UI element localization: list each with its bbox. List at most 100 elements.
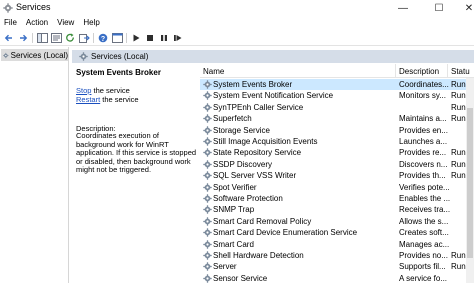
selected-service-name: System Events Broker [76,68,161,77]
service-name-cell: Still Image Acquisition Events [213,137,318,146]
menu-help[interactable]: Help [79,16,104,30]
service-row[interactable]: Sensor Service A service fo... [200,273,474,283]
service-gear-icon [203,228,212,237]
service-description-cell: Launches a... [399,137,448,146]
service-gear-icon [203,262,212,272]
service-name-cell: SQL Server VSS Writer [213,171,297,181]
service-row[interactable]: Superfetch Maintains a... Runn [200,113,474,124]
stop-icon[interactable] [144,32,156,44]
restart-link[interactable]: Restart [76,95,100,104]
service-gear-icon [203,171,212,180]
service-row[interactable]: SSDP Discovery Discovers n... Runn [200,159,474,170]
help-icon[interactable]: ? [97,32,109,44]
column-divider[interactable] [447,64,448,78]
service-description-cell: Discovers n... [399,159,448,169]
console-tree: Services (Local) [0,47,69,283]
stop-action-text: the service [91,86,130,95]
service-name-cell: Shell Hardware Detection [213,251,304,260]
menu-file[interactable]: File [0,16,22,30]
services-list: Name Description Statu System Events Bro… [200,64,474,283]
pause-icon[interactable] [158,32,170,44]
service-row[interactable]: Spot Verifier Verifies pote... [200,182,474,193]
service-row[interactable]: Software Protection Enables the ... [200,193,474,204]
minimize-button[interactable]: — [388,0,418,16]
window-title: Services [16,2,51,12]
title-bar: Services — ☐ ✕ [0,0,474,16]
service-row[interactable]: State Repository Service Provides re... Ru… [200,147,474,158]
service-description-cell: Maintains a... [399,114,447,124]
list-header: Name Description Statu [200,64,474,78]
menu-view[interactable]: View [53,16,79,30]
service-name-cell: Storage Service [213,125,270,135]
services-gear-icon [3,3,13,13]
toolbar-separator [126,33,127,43]
restart-action-text: the service [100,95,139,104]
description-text: Coordinates execution of background work… [76,131,197,175]
column-header-name[interactable]: Name [203,67,224,76]
forward-icon[interactable] [17,32,29,44]
restart-icon[interactable] [172,32,184,44]
service-gear-icon [203,114,212,123]
service-row[interactable]: System Events Broker Coordinates... Runn [200,79,474,91]
console-icon[interactable] [111,32,123,44]
service-name-cell: Superfetch [213,114,252,124]
service-row[interactable]: Smart Card Manages ac... [200,239,474,250]
column-divider[interactable] [395,64,396,78]
service-name-cell: Sensor Service [213,273,268,283]
service-row[interactable]: Storage Service Provides en... [200,125,474,136]
service-gear-icon [203,182,212,192]
service-description-cell: A service fo... [399,273,448,283]
service-gear-icon [203,274,212,283]
close-button[interactable]: ✕ [454,0,474,16]
stop-action: Stop the service [76,86,130,95]
service-row[interactable]: Shell Hardware Detection Provides no... Ru… [200,250,474,261]
maximize-button[interactable]: ☐ [424,0,454,16]
service-description-cell: Manages ac... [399,239,450,249]
service-description-cell: Supports fil... [399,262,446,272]
properties-icon[interactable] [50,32,62,44]
toolbar: ? [0,30,474,46]
service-row[interactable]: SynTPEnh Caller Service Runn [200,102,474,113]
scrollbar-thumb[interactable] [467,108,473,258]
toolbar-separator [32,33,33,43]
service-row[interactable]: Still Image Acquisition Events Launches a… [200,136,474,147]
service-name-cell: SNMP Trap [213,205,255,215]
service-name-cell: Server [213,262,237,272]
service-name-cell: SSDP Discovery [213,159,272,169]
service-description-cell: Verifies pote... [399,182,450,192]
service-description-cell: Provides th... [399,171,446,181]
service-row[interactable]: System Event Notification Service Monitor… [200,90,474,101]
panel-title: Services (Local) [91,52,149,61]
toolbar-separator [93,33,94,43]
service-row[interactable]: SNMP Trap Receives tra... [200,204,474,215]
service-gear-icon [203,80,212,89]
service-gear-icon [203,160,212,169]
service-gear-icon [203,148,212,158]
refresh-icon[interactable] [64,32,76,44]
show-hide-tree-icon[interactable] [36,32,48,44]
service-gear-icon [203,103,212,112]
service-row[interactable]: SQL Server VSS Writer Provides th... Runn [200,170,474,181]
tree-item-services-local[interactable]: Services (Local) [1,49,68,61]
export-icon[interactable] [78,32,90,44]
vertical-scrollbar[interactable] [466,78,474,283]
service-name-cell: Smart Card Device Enumeration Service [213,228,358,238]
column-header-description[interactable]: Description [399,67,439,76]
service-name-cell: System Events Broker [213,80,293,89]
restart-action: Restart the service [76,95,139,104]
service-gear-icon [203,91,212,101]
play-icon[interactable] [130,32,142,44]
service-name-cell: SynTPEnh Caller Service [213,102,304,112]
stop-link[interactable]: Stop [76,86,91,95]
tree-item-label: Services (Local) [10,50,68,60]
column-header-status[interactable]: Statu [451,67,470,76]
service-description-cell: Receives tra... [399,205,451,215]
service-gear-icon [203,217,212,226]
menu-action[interactable]: Action [22,16,53,30]
back-icon[interactable] [3,32,15,44]
service-row[interactable]: Smart Card Device Enumeration Service Cre… [200,227,474,238]
service-name-cell: Spot Verifier [213,182,257,192]
service-row[interactable]: Smart Card Removal Policy Allows the s... [200,216,474,227]
service-row[interactable]: Server Supports fil... Runn [200,261,474,272]
service-details: System Events Broker Stop the service Re… [76,64,198,283]
